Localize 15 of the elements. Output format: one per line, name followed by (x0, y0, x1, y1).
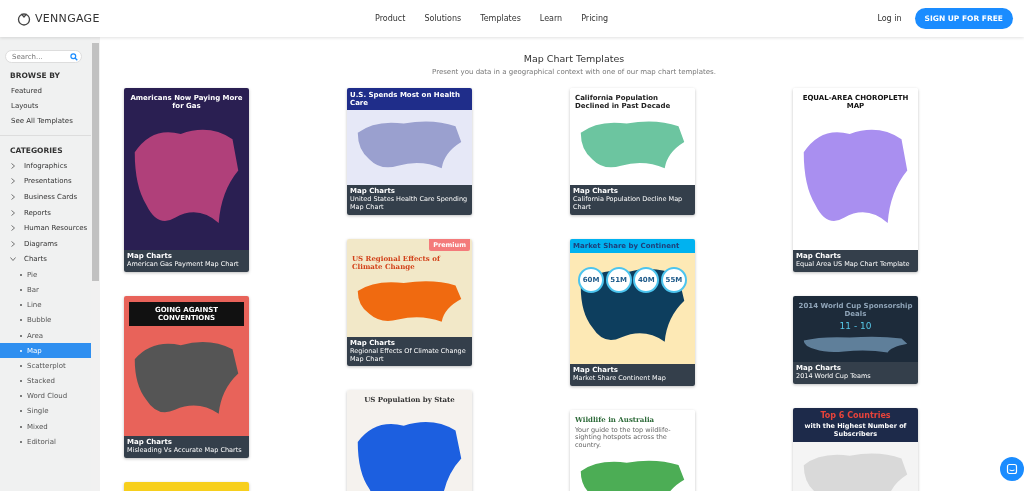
nav-link[interactable]: Solutions (424, 14, 462, 23)
preview-score: 11 - 10 (838, 321, 873, 331)
chat-button[interactable] (1000, 457, 1024, 481)
login-link[interactable]: Log in (877, 14, 902, 23)
search-icon[interactable] (70, 52, 78, 61)
preview-heading: Top 6 Countries (793, 407, 918, 423)
chat-icon (1006, 463, 1018, 475)
nav-link[interactable]: Learn (539, 14, 563, 23)
logo-icon (17, 11, 31, 26)
nav-link[interactable]: Templates (480, 14, 521, 23)
logo-text[interactable]: VENNGAGE (35, 12, 100, 25)
nav-link[interactable]: Pricing (581, 14, 609, 23)
nav-link[interactable]: Product (375, 14, 406, 23)
page-title: Map Chart Templates (523, 53, 625, 64)
scrollbar-thumb[interactable] (92, 43, 99, 281)
